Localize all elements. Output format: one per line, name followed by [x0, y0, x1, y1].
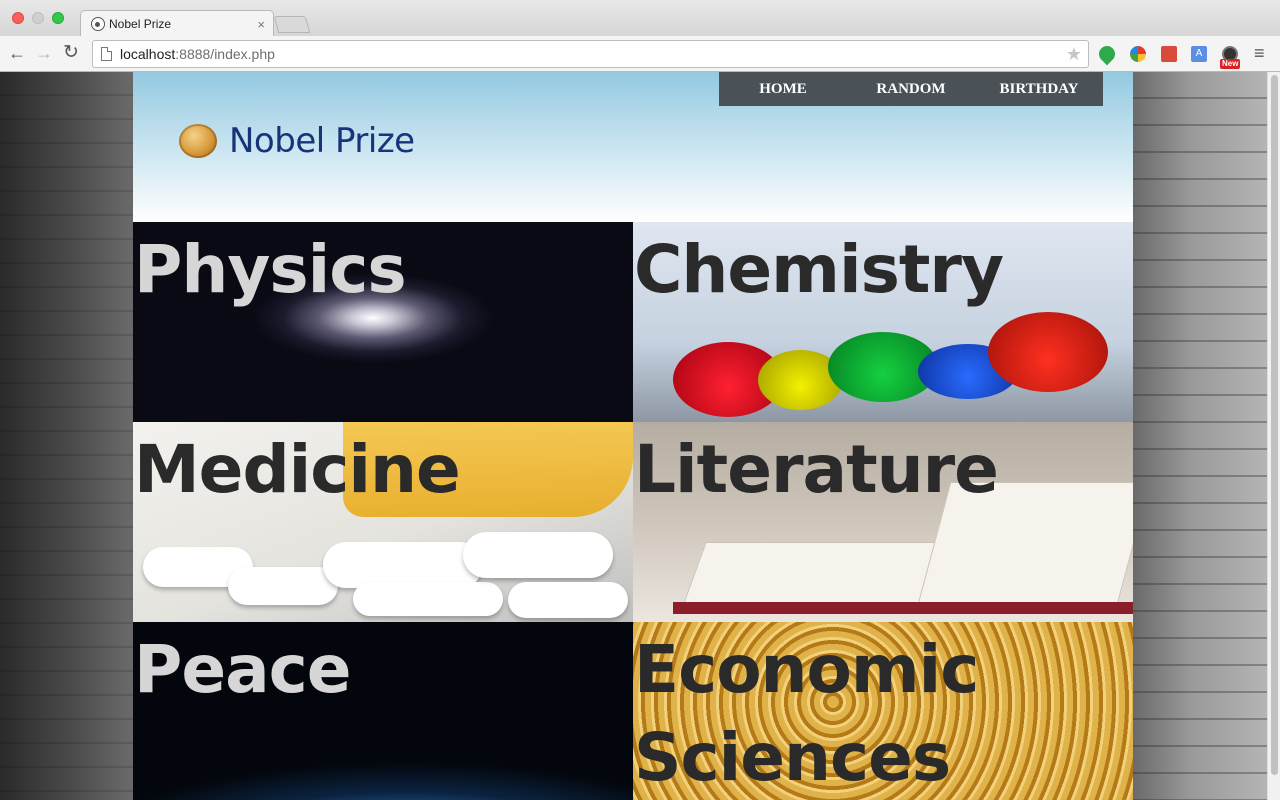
pill-image — [508, 582, 628, 618]
scrollbar-thumb[interactable] — [1271, 75, 1278, 775]
new-tab-button[interactable] — [273, 16, 311, 33]
back-arrow-icon[interactable]: ← — [8, 44, 26, 62]
handwriting-background — [1133, 72, 1280, 800]
maximize-window-button[interactable] — [52, 12, 64, 24]
category-tile-literature[interactable]: Literature — [633, 422, 1133, 622]
site-header: HOME RANDOM BIRTHDAY Nobel Prize — [133, 72, 1133, 222]
category-label-peace: Peace — [134, 631, 352, 708]
nav-random-link[interactable]: RANDOM — [847, 72, 975, 106]
nobel-medal-icon[interactable] — [179, 124, 217, 158]
browser-tab[interactable]: Nobel Prize × — [80, 10, 274, 37]
tab-close-icon[interactable]: × — [257, 17, 265, 32]
category-label-economic-sciences: Economic Sciences — [634, 631, 979, 796]
site-title[interactable]: Nobel Prize — [229, 121, 415, 161]
pill-image — [463, 532, 613, 578]
extension-translate-icon[interactable]: A — [1191, 46, 1207, 62]
page-container: HOME RANDOM BIRTHDAY Nobel Prize Physics… — [133, 72, 1133, 800]
address-bar[interactable]: localhost:8888/index.php ★ — [92, 40, 1089, 68]
category-label-literature: Literature — [634, 431, 999, 508]
browser-tab-bar: Nobel Prize × — [0, 0, 1280, 37]
category-tile-peace[interactable]: Peace — [133, 622, 633, 800]
extension-shield-icon[interactable] — [1130, 46, 1146, 62]
url-text[interactable]: localhost:8888/index.php — [120, 46, 1066, 62]
tab-title: Nobel Prize — [109, 17, 172, 31]
close-window-button[interactable] — [12, 12, 24, 24]
pill-image — [228, 567, 338, 605]
category-label-chemistry: Chemistry — [634, 231, 1004, 308]
nav-birthday-link[interactable]: BIRTHDAY — [975, 72, 1103, 106]
book-cover-image — [673, 602, 1133, 614]
flask-red-tall-image — [988, 312, 1108, 392]
bookmark-star-icon[interactable]: ★ — [1066, 44, 1082, 65]
category-label-physics: Physics — [134, 231, 407, 308]
tab-favicon-icon — [91, 17, 105, 31]
reload-icon[interactable]: ↻ — [63, 43, 79, 62]
pill-image — [353, 582, 503, 616]
page-icon — [101, 47, 112, 61]
extension-book-icon[interactable] — [1161, 46, 1177, 62]
minimize-window-button[interactable] — [32, 12, 44, 24]
category-tile-economic-sciences[interactable]: Economic Sciences — [633, 622, 1133, 800]
forward-arrow-icon[interactable]: → — [35, 44, 53, 62]
extension-new-badge: New — [1220, 59, 1241, 69]
category-tile-chemistry[interactable]: Chemistry — [633, 222, 1133, 422]
category-tile-medicine[interactable]: Medicine — [133, 422, 633, 622]
page-viewport: HOME RANDOM BIRTHDAY Nobel Prize Physics… — [0, 72, 1280, 800]
vertical-scrollbar[interactable] — [1267, 72, 1280, 800]
nav-home-link[interactable]: HOME — [719, 72, 847, 106]
category-label-medicine: Medicine — [134, 431, 461, 508]
menu-hamburger-icon[interactable]: ≡ — [1254, 43, 1265, 64]
main-nav: HOME RANDOM BIRTHDAY — [719, 72, 1103, 106]
category-tile-physics[interactable]: Physics — [133, 222, 633, 422]
extension-evernote-icon[interactable] — [1095, 42, 1119, 66]
browser-toolbar: ← → ↻ localhost:8888/index.php ★ A New ≡ — [0, 36, 1280, 72]
